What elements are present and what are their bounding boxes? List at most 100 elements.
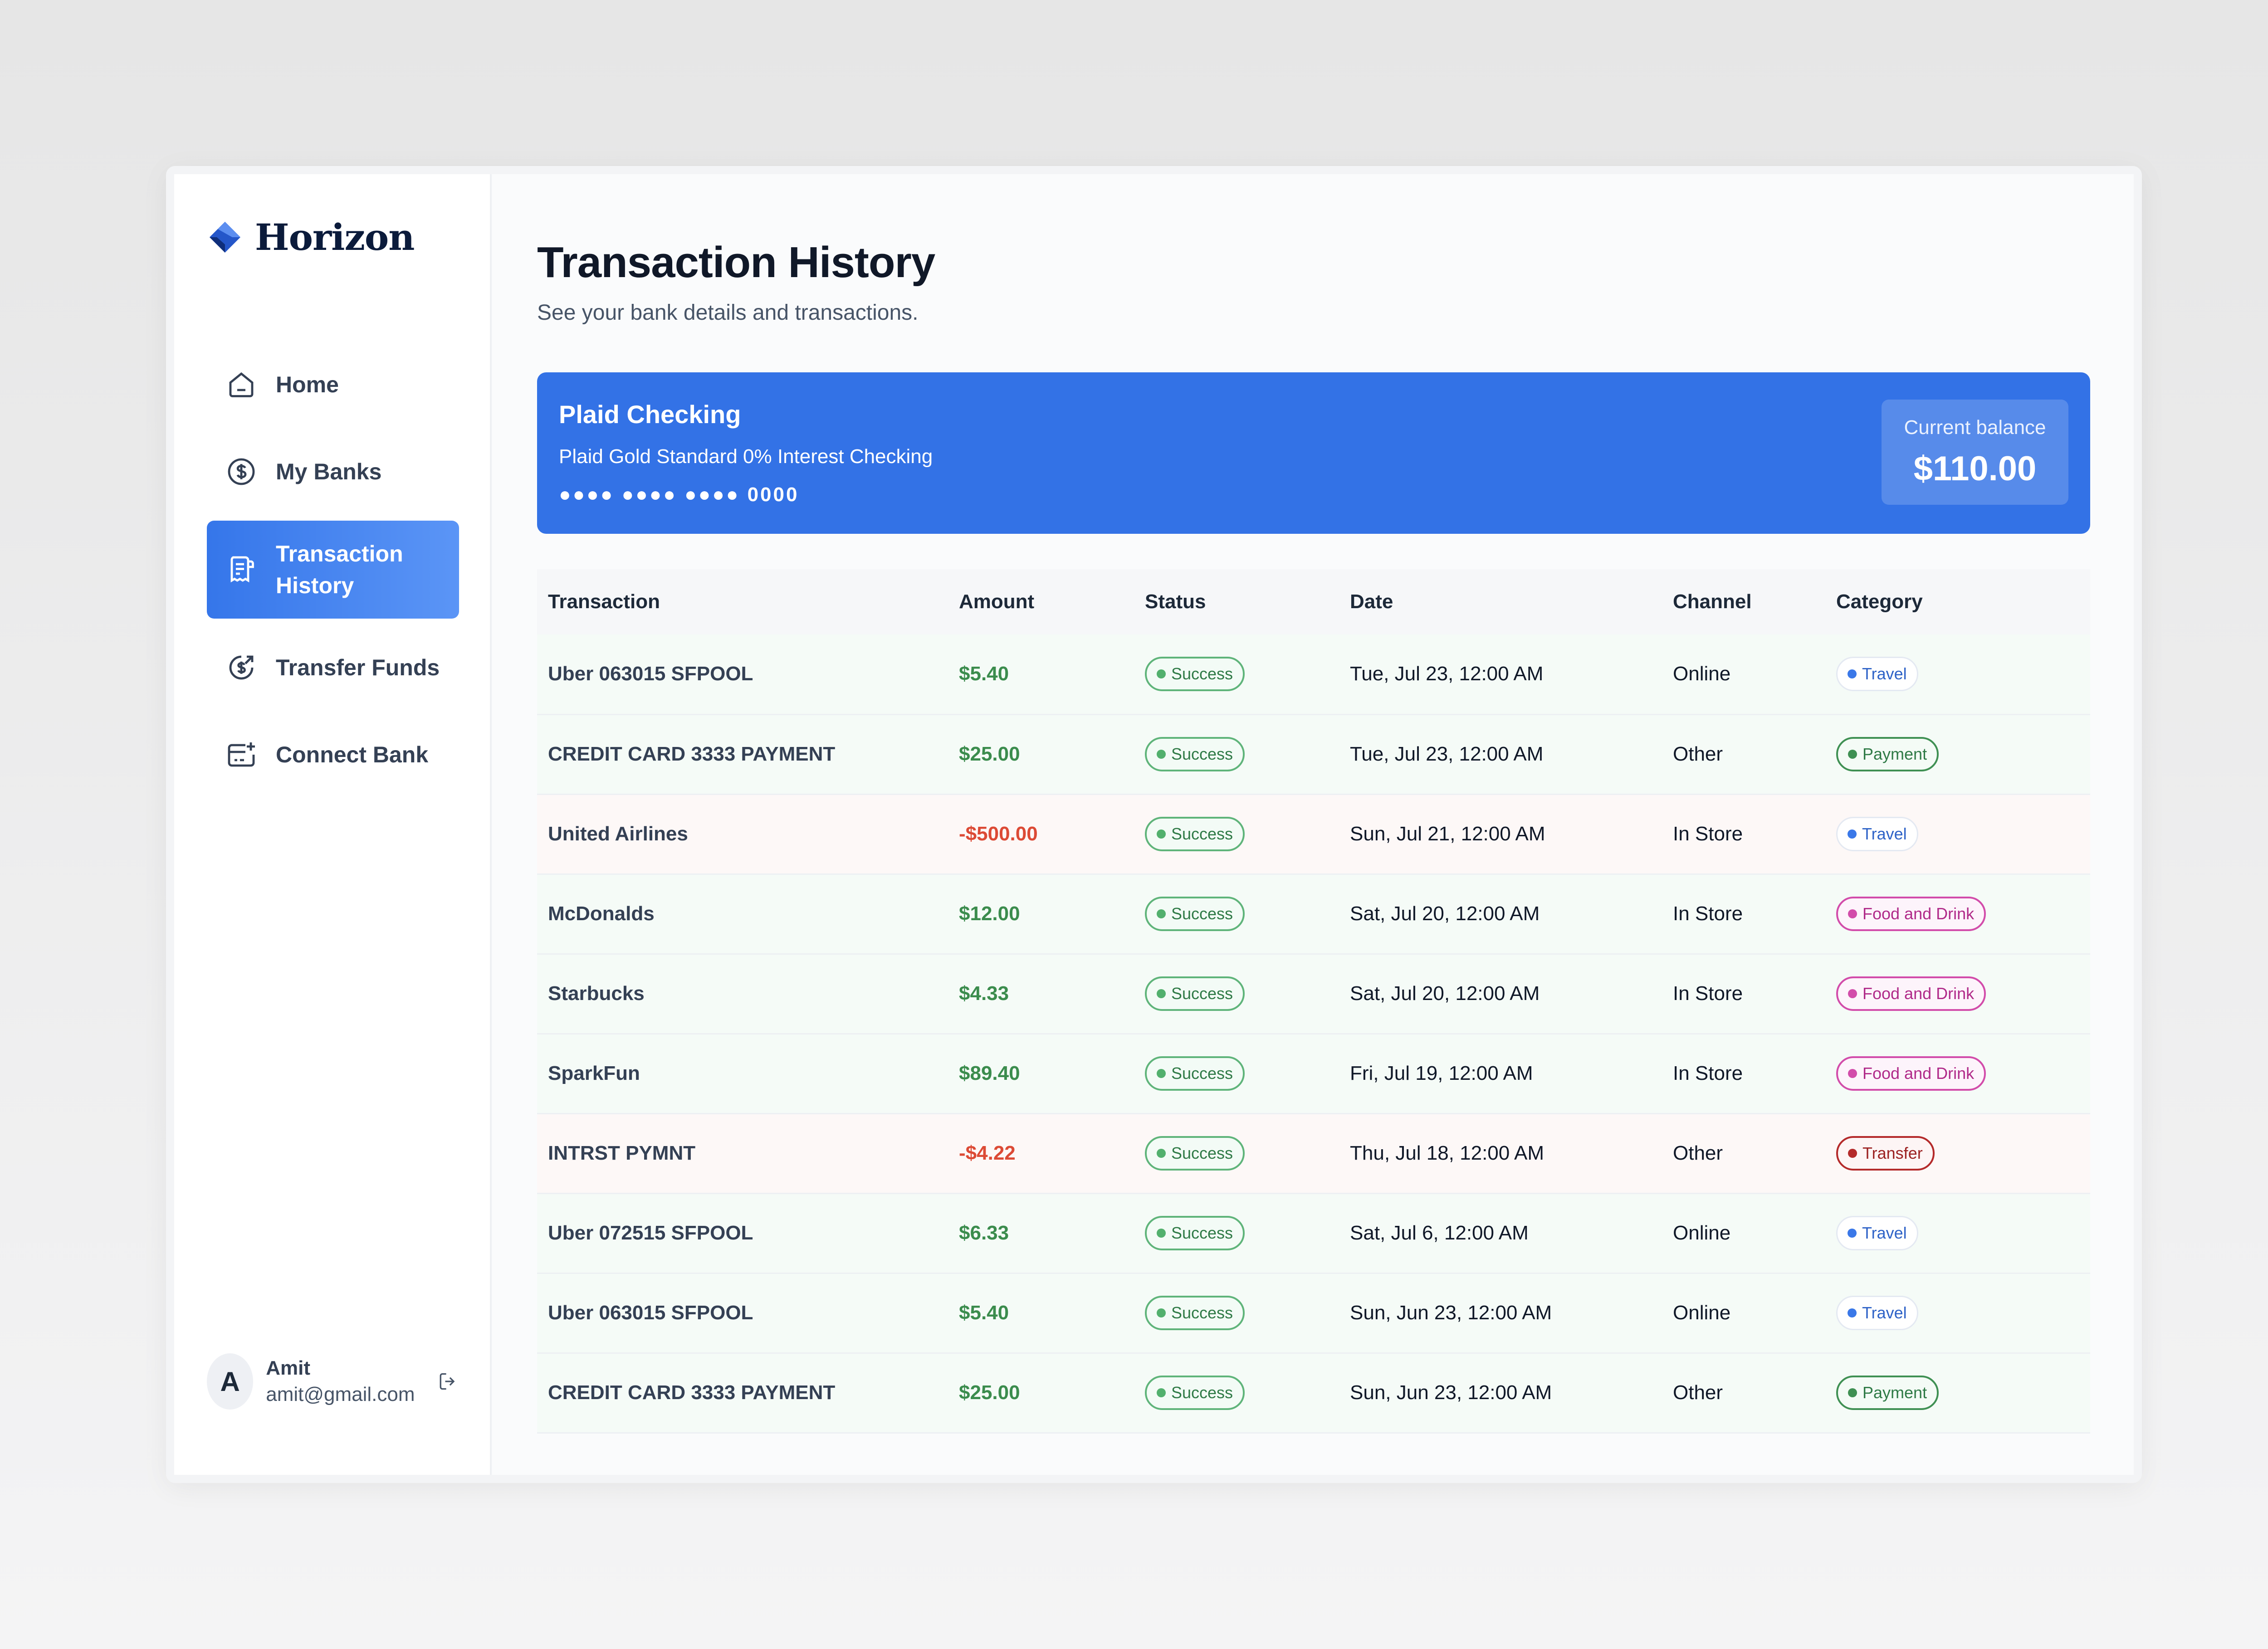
transaction-name: INTRST PYMNT — [548, 1142, 696, 1164]
category-cell: Food and Drink — [1825, 874, 2090, 955]
avatar[interactable]: A — [207, 1353, 254, 1410]
date-cell: Sat, Jul 20, 12:00 AM — [1339, 954, 1662, 1034]
brand-name: Horizon — [255, 216, 415, 259]
transaction-name-cell: SparkFun — [537, 1034, 948, 1114]
balance-label: Current balance — [1904, 416, 2046, 439]
transaction-date: Fri, Jul 19, 12:00 AM — [1350, 1062, 1533, 1084]
status-label: Success — [1171, 1064, 1233, 1083]
channel-cell: Online — [1662, 1273, 1825, 1354]
table-header-row: Transaction Amount Status Date Channel C… — [537, 569, 2090, 634]
category-cell: Payment — [1825, 1353, 2090, 1434]
channel-cell: In Store — [1662, 874, 1825, 955]
transaction-amount: $5.40 — [959, 663, 1009, 685]
balance-box: Current balance $110.00 — [1882, 400, 2068, 505]
sidebar-item-transaction-history[interactable]: Transaction History — [207, 521, 459, 619]
status-label: Success — [1171, 1224, 1233, 1242]
status-badge: Success — [1145, 976, 1245, 1011]
sidebar-item-connect-bank[interactable]: Connect Bank — [207, 717, 459, 793]
category-badge: Travel — [1836, 1296, 1918, 1330]
sidebar-item-label: Connect Bank — [276, 742, 429, 767]
channel-cell: Other — [1662, 1113, 1825, 1194]
channel-cell: Online — [1662, 1193, 1825, 1274]
table-row[interactable]: Uber 072515 SFPOOL $6.33 Success Sat, Jul 6… — [537, 1193, 2090, 1274]
category-dot-icon — [1848, 669, 1857, 679]
sidebar-item-my-banks[interactable]: My Banks — [207, 434, 459, 510]
app-window: Horizon Home My Banks Transaction Histor… — [174, 174, 2134, 1475]
table-row[interactable]: Uber 063015 SFPOOL $5.40 Success Sun, Jun 2… — [537, 1273, 2090, 1354]
category-badge: Payment — [1836, 1376, 1939, 1410]
category-cell: Transfer — [1825, 1113, 2090, 1194]
category-cell: Travel — [1825, 794, 2090, 875]
table-row[interactable]: Uber 063015 SFPOOL $5.40 Success Tue, Jul 2… — [537, 634, 2090, 715]
table-row[interactable]: INTRST PYMNT -$4.22 Success Thu, Jul 18, 12… — [537, 1113, 2090, 1194]
category-label: Travel — [1862, 1303, 1907, 1322]
category-label: Payment — [1862, 745, 1927, 763]
transaction-channel: In Store — [1673, 1062, 1743, 1084]
category-cell: Travel — [1825, 634, 2090, 715]
transactions-table: Transaction Amount Status Date Channel C… — [537, 569, 2090, 1434]
status-dot-icon — [1157, 909, 1166, 918]
status-badge: Success — [1145, 1056, 1245, 1091]
date-cell: Tue, Jul 23, 12:00 AM — [1339, 714, 1662, 795]
table-row[interactable]: McDonalds $12.00 Success Sat, Jul 20, 12:00… — [537, 874, 2090, 955]
status-dot-icon — [1157, 1229, 1166, 1238]
table-row[interactable]: CREDIT CARD 3333 PAYMENT $25.00 Success Tue… — [537, 714, 2090, 795]
amount-cell: $6.33 — [948, 1193, 1134, 1274]
status-badge: Success — [1145, 737, 1245, 771]
amount-cell: $25.00 — [948, 714, 1134, 795]
transaction-amount: -$4.22 — [959, 1142, 1016, 1164]
category-dot-icon — [1848, 829, 1857, 839]
status-cell: Success — [1134, 1353, 1339, 1434]
status-badge: Success — [1145, 1296, 1245, 1330]
channel-cell: In Store — [1662, 954, 1825, 1034]
brand-logo[interactable]: Horizon — [207, 216, 415, 259]
sidebar-item-home[interactable]: Home — [207, 346, 459, 423]
table-row[interactable]: Starbucks $4.33 Success Sat, Jul 20, 12:00 … — [537, 954, 2090, 1034]
status-cell: Success — [1134, 794, 1339, 875]
transaction-name-cell: Uber 063015 SFPOOL — [537, 1273, 948, 1354]
category-label: Food and Drink — [1862, 984, 1975, 1003]
category-dot-icon — [1848, 1388, 1857, 1397]
logout-icon[interactable] — [437, 1368, 459, 1395]
date-cell: Fri, Jul 19, 12:00 AM — [1339, 1034, 1662, 1114]
category-cell: Travel — [1825, 1273, 2090, 1354]
category-badge: Travel — [1836, 817, 1918, 851]
transaction-name: Uber 063015 SFPOOL — [548, 1302, 753, 1324]
transaction-channel: Other — [1673, 1142, 1723, 1164]
category-label: Travel — [1862, 1224, 1907, 1242]
card-add-icon — [228, 742, 255, 767]
amount-cell: $5.40 — [948, 634, 1134, 715]
sidebar: Horizon Home My Banks Transaction Histor… — [174, 174, 492, 1475]
date-cell: Sun, Jun 23, 12:00 AM — [1339, 1273, 1662, 1354]
category-dot-icon — [1848, 1229, 1857, 1238]
category-label: Food and Drink — [1862, 1064, 1975, 1083]
table-row[interactable]: SparkFun $89.40 Success Fri, Jul 19, 12:00 … — [537, 1034, 2090, 1114]
channel-cell: In Store — [1662, 794, 1825, 875]
sidebar-item-transfer-funds[interactable]: Transfer Funds — [207, 629, 459, 706]
page-subtitle: See your bank details and transactions. — [537, 301, 919, 325]
channel-cell: Online — [1662, 634, 1825, 715]
status-dot-icon — [1157, 829, 1166, 839]
status-cell: Success — [1134, 634, 1339, 715]
sidebar-item-label: My Banks — [276, 459, 382, 484]
transaction-date: Tue, Jul 23, 12:00 AM — [1350, 743, 1544, 765]
transaction-name-cell: McDonalds — [537, 874, 948, 955]
table-row[interactable]: United Airlines -$500.00 Success Sun, Jul 2… — [537, 794, 2090, 875]
column-header-amount: Amount — [959, 590, 1035, 613]
user-name: Amit — [266, 1357, 311, 1379]
transaction-date: Sun, Jul 21, 12:00 AM — [1350, 823, 1545, 845]
status-label: Success — [1171, 824, 1233, 843]
dollar-circle-icon — [228, 458, 255, 485]
column-header-category: Category — [1836, 590, 1923, 613]
status-dot-icon — [1157, 989, 1166, 998]
bank-info-card[interactable]: Plaid Checking Plaid Gold Standard 0% In… — [537, 372, 2090, 534]
status-badge: Success — [1145, 1376, 1245, 1410]
transaction-date: Tue, Jul 23, 12:00 AM — [1350, 663, 1544, 685]
channel-cell: Other — [1662, 714, 1825, 795]
channel-cell: Other — [1662, 1353, 1825, 1434]
category-dot-icon — [1848, 1149, 1857, 1158]
status-cell: Success — [1134, 714, 1339, 795]
table-row[interactable]: CREDIT CARD 3333 PAYMENT $25.00 Success Sun… — [537, 1353, 2090, 1434]
amount-cell: $4.33 — [948, 954, 1134, 1034]
transaction-date: Thu, Jul 18, 12:00 AM — [1350, 1142, 1545, 1164]
